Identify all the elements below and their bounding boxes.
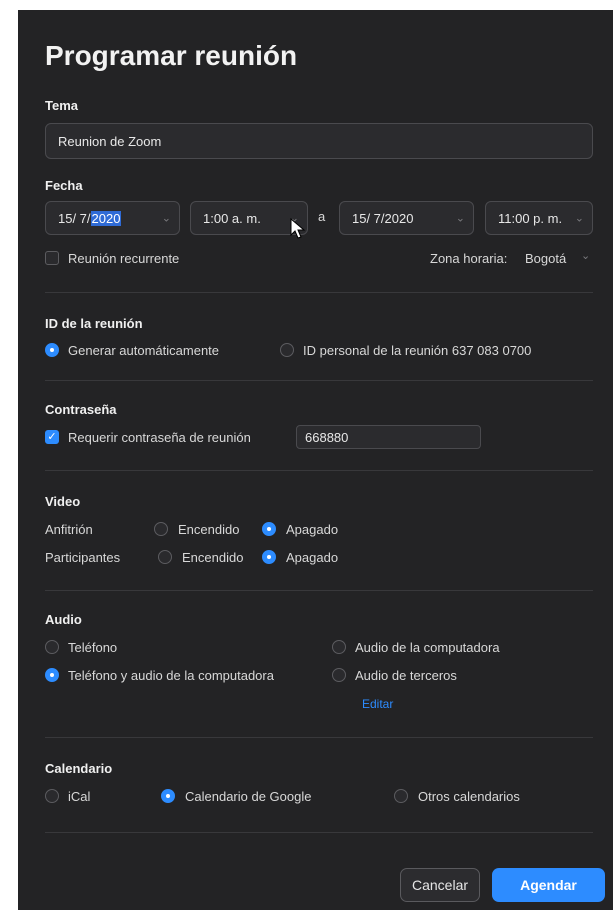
- meeting-id-label: ID de la reunión: [45, 316, 143, 331]
- video-participants-off-radio[interactable]: [262, 550, 276, 564]
- topic-label: Tema: [45, 98, 78, 113]
- audio-third-party-label: Audio de terceros: [355, 668, 457, 683]
- schedule-button[interactable]: Agendar: [492, 868, 605, 902]
- start-date-field[interactable]: 15/ 7/2020 ⌄: [45, 201, 180, 235]
- video-host-label: Anfitrión: [45, 522, 93, 537]
- start-date-year-selected: 2020: [90, 210, 122, 226]
- video-participants-off-label: Apagado: [286, 550, 339, 565]
- audio-label: Audio: [45, 612, 82, 627]
- video-host-off-label: Apagado: [286, 522, 339, 537]
- require-password-checkbox[interactable]: ✓: [45, 430, 59, 444]
- timezone-label: Zona horaria:: [430, 251, 508, 266]
- audio-both-radio[interactable]: [45, 668, 59, 682]
- divider: [45, 292, 593, 293]
- calendar-other-label: Otros calendarios: [418, 789, 520, 804]
- cancel-button[interactable]: Cancelar: [400, 868, 480, 902]
- meeting-id-auto-label: Generar automáticamente: [68, 343, 220, 358]
- topic-input[interactable]: Reunion de Zoom: [45, 123, 593, 159]
- require-password-label: Requerir contraseña de reunión: [68, 430, 251, 445]
- chevron-down-icon: ⌄: [161, 212, 171, 225]
- video-participants-on-radio[interactable]: [158, 550, 172, 564]
- meeting-id-personal-label: ID personal de la reunión 637 083 0700: [303, 343, 532, 358]
- calendar-ical-radio[interactable]: [45, 789, 59, 803]
- divider: [45, 470, 593, 471]
- end-date-field[interactable]: 15/ 7/2020 ⌄: [339, 201, 474, 235]
- audio-computer-radio[interactable]: [332, 640, 346, 654]
- timezone-select[interactable]: Bogotá: [525, 251, 566, 266]
- chevron-down-icon: ⌄: [581, 250, 591, 262]
- calendar-label: Calendario: [45, 761, 113, 776]
- audio-phone-radio[interactable]: [45, 640, 59, 654]
- recurring-label: Reunión recurrente: [68, 251, 180, 266]
- meeting-id-personal-radio[interactable]: [280, 343, 294, 357]
- start-time-value: 1:00 a. m.: [203, 210, 261, 226]
- audio-third-party-radio[interactable]: [332, 668, 346, 682]
- video-host-off-radio[interactable]: [262, 522, 276, 536]
- divider: [45, 832, 593, 833]
- audio-both-label: Teléfono y audio de la computadora: [68, 668, 274, 683]
- meeting-id-auto-radio[interactable]: [45, 343, 59, 357]
- password-label: Contraseña: [45, 402, 117, 417]
- recurring-checkbox[interactable]: [45, 251, 59, 265]
- divider: [45, 380, 593, 381]
- topic-value: Reunion de Zoom: [58, 133, 162, 149]
- calendar-other-radio[interactable]: [394, 789, 408, 803]
- date-range-separator: a: [318, 209, 326, 224]
- mouse-cursor-icon: [290, 218, 306, 239]
- divider: [45, 590, 593, 591]
- page-title: Programar reunión: [45, 40, 298, 71]
- end-time-select[interactable]: 11:00 p. m. ⌄: [485, 201, 593, 235]
- calendar-google-label: Calendario de Google: [185, 789, 312, 804]
- schedule-meeting-dialog: Programar reunión Tema Reunion de Zoom F…: [18, 10, 613, 910]
- video-participants-on-label: Encendido: [182, 550, 244, 565]
- password-input[interactable]: 668880: [296, 425, 481, 449]
- chevron-down-icon: ⌄: [455, 212, 465, 225]
- audio-phone-label: Teléfono: [68, 640, 118, 655]
- date-label: Fecha: [45, 178, 83, 193]
- audio-edit-link[interactable]: Editar: [362, 697, 393, 711]
- video-label: Video: [45, 494, 81, 509]
- password-value: 668880: [305, 429, 349, 445]
- audio-computer-label: Audio de la computadora: [355, 640, 500, 655]
- chevron-down-icon: ⌄: [574, 212, 584, 225]
- video-host-on-label: Encendido: [178, 522, 240, 537]
- calendar-ical-label: iCal: [68, 789, 91, 804]
- end-time-value: 11:00 p. m.: [498, 210, 563, 226]
- video-host-on-radio[interactable]: [154, 522, 168, 536]
- divider: [45, 737, 593, 738]
- calendar-google-radio[interactable]: [161, 789, 175, 803]
- video-participants-label: Participantes: [45, 550, 121, 565]
- end-date-value: 15/ 7/2020: [352, 210, 414, 226]
- start-date-prefix: 15/ 7/: [58, 210, 91, 226]
